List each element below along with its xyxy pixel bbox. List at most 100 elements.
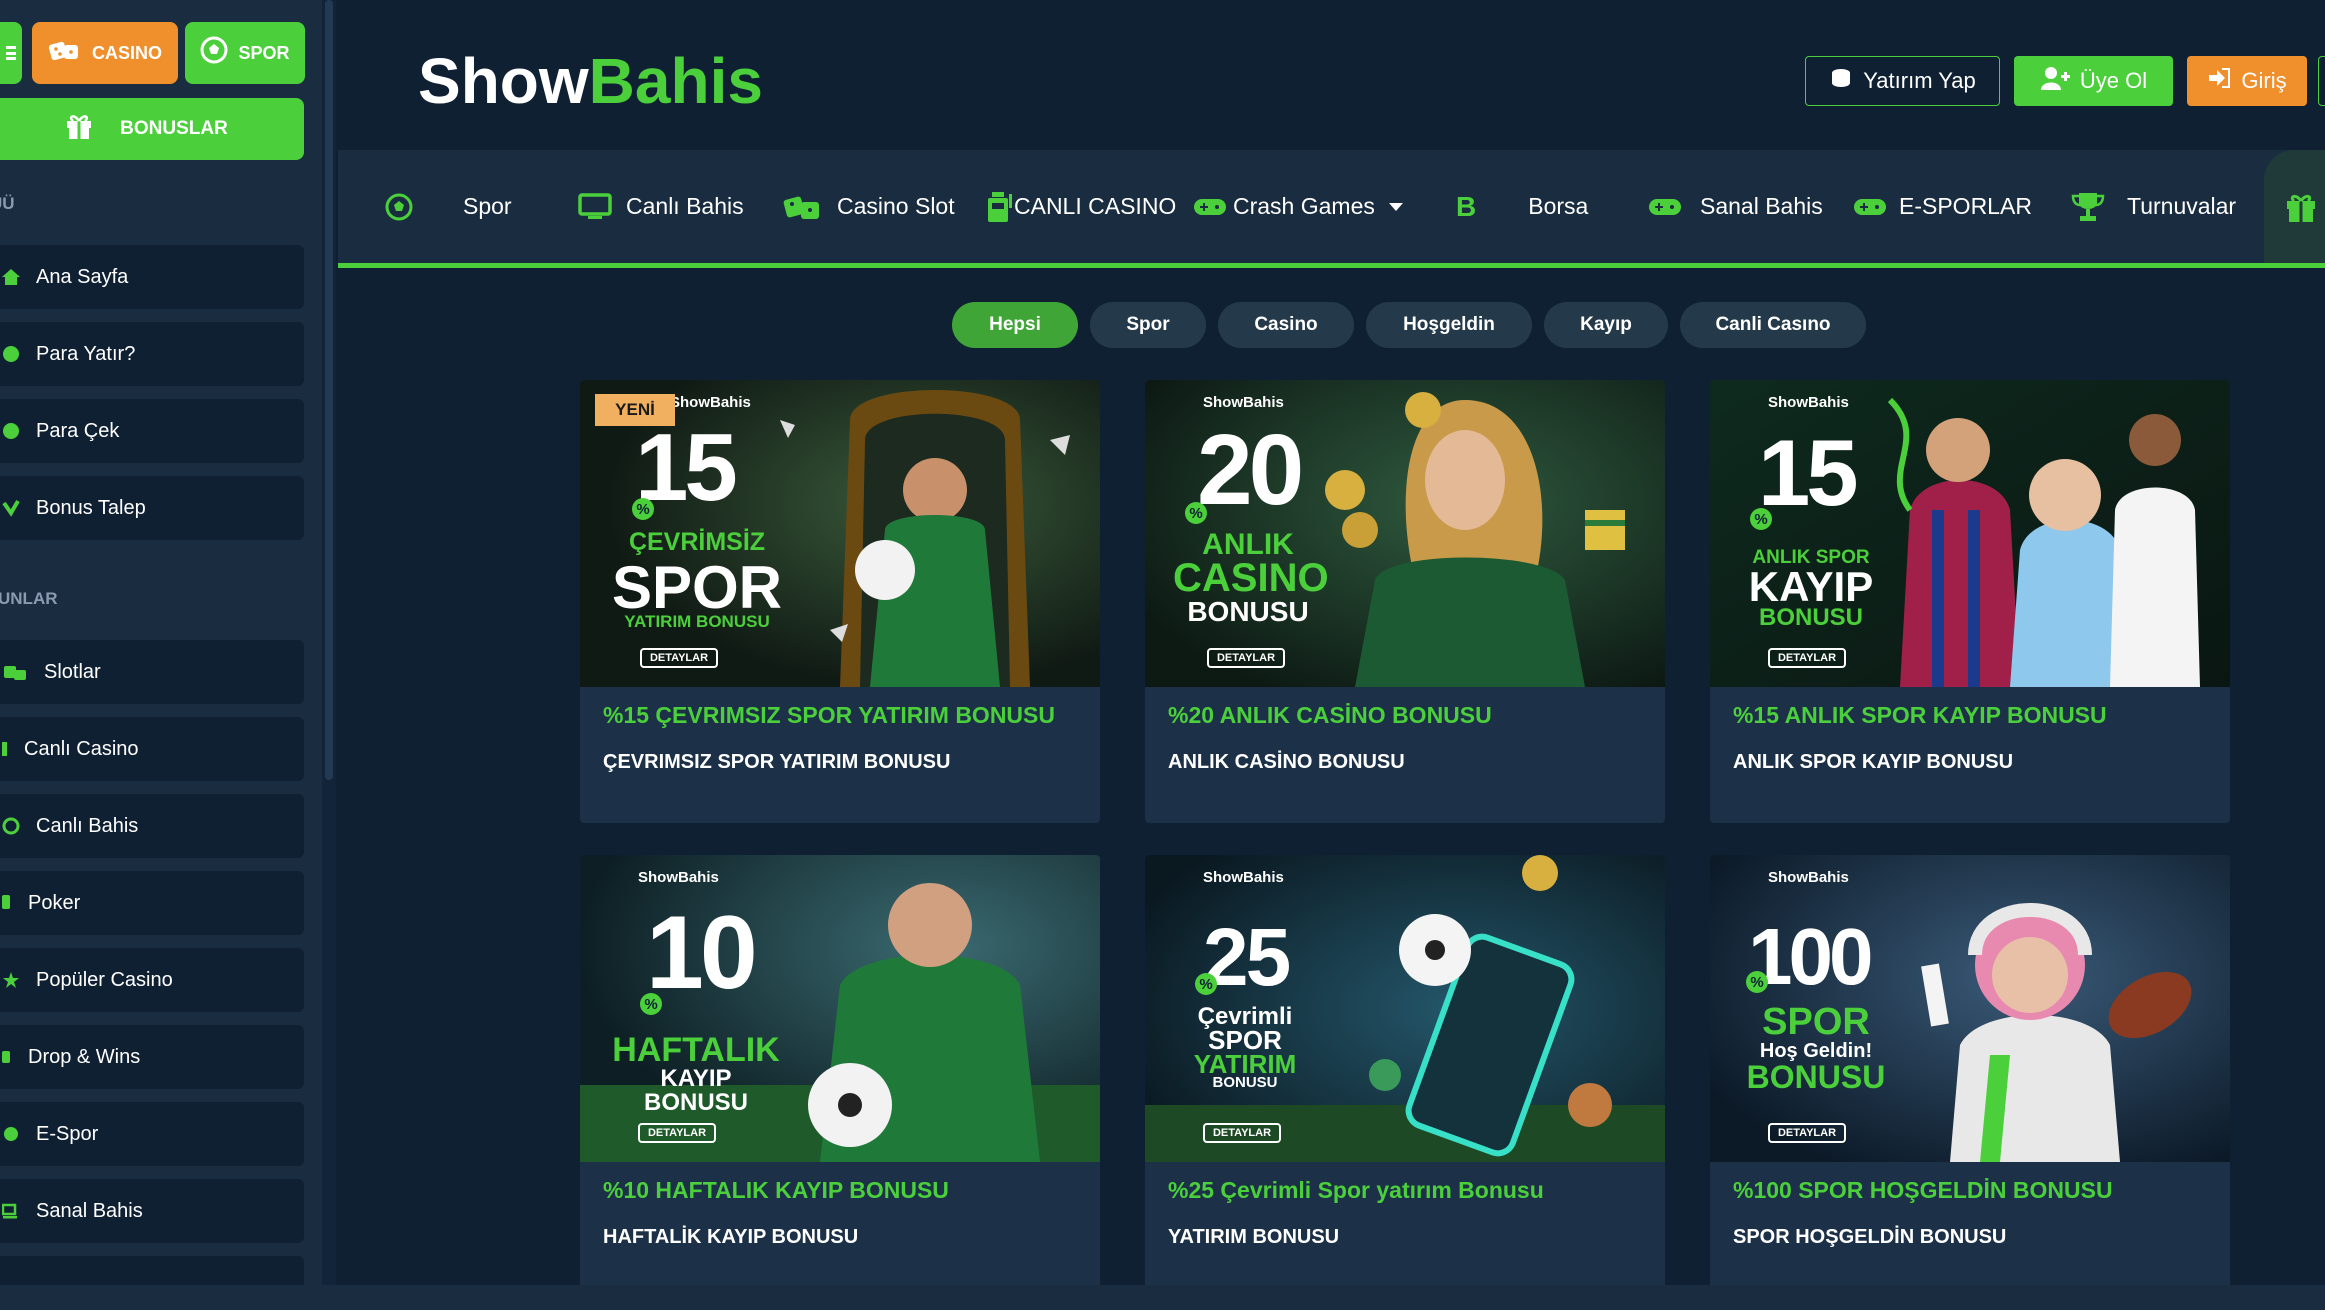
- bonus-card-subtitle: YATIRIM BONUSU: [1168, 1226, 1340, 1248]
- home-icon: [2, 268, 20, 286]
- details-button[interactable]: DETAYLAR: [1768, 1123, 1846, 1143]
- banner-brand: ShowBahis: [1203, 869, 1284, 886]
- details-button[interactable]: DETAYLAR: [1203, 1123, 1281, 1143]
- banner-number: 10: [646, 895, 758, 1011]
- header-extra-button[interactable]: [2318, 56, 2325, 106]
- bottom-ticker-bar: [0, 1285, 2325, 1310]
- football-icon: [200, 36, 228, 70]
- sidebar-scrollbar[interactable]: [322, 0, 336, 1310]
- scrollbar-thumb[interactable]: [325, 0, 333, 780]
- sidebar-item-label: Bonus Talep: [36, 496, 146, 519]
- details-button[interactable]: DETAYLAR: [1768, 648, 1846, 668]
- nav-item-sanal-bahis[interactable]: Sanal Bahis: [1648, 150, 1823, 263]
- sidebar-item-bonus-talep[interactable]: Bonus Talep: [0, 476, 304, 540]
- sidebar-item-label: Popüler Casino: [36, 968, 173, 991]
- sidebar-item-populer-casino[interactable]: Popüler Casino: [0, 948, 304, 1012]
- bonus-banner-image[interactable]: ShowBahis 100 % SPOR Hoş Geldin! BONUSU …: [1710, 855, 2230, 1162]
- register-button-label: Üye Ol: [2079, 68, 2148, 93]
- bonus-card[interactable]: ShowBahis 20 % ANLIK CASINO BONUSU DETAY…: [1145, 380, 1665, 823]
- banner-line2: CASINO: [1173, 556, 1329, 600]
- menu-heading: ÜÜ: [0, 194, 15, 213]
- banner-line3: YATIRIM BONUSU: [624, 612, 770, 631]
- dice-icon: [48, 37, 82, 69]
- banner-line2: KAYIP BONUSU: [643, 1065, 748, 1116]
- main-nav: Spor Canlı Bahis Casino Slot CANLI CASIN…: [338, 150, 2325, 268]
- category-filters: Hepsi Spor Casino Hoşgeldin Kayıp Canli …: [952, 302, 1866, 348]
- deposit-button[interactable]: Yatırım Yap: [1805, 56, 2000, 106]
- filter-kayip[interactable]: Kayıp: [1544, 302, 1668, 348]
- casino-button[interactable]: CASINO: [32, 22, 178, 84]
- banner-line1: HAFTALIK: [612, 1031, 780, 1069]
- nav-item-e-sporlar[interactable]: E-SPORLAR: [1853, 150, 2032, 263]
- sidebar-item-canli-casino[interactable]: Canlı Casino: [0, 717, 304, 781]
- nav-item-canli-casino[interactable]: CANLI CASINO: [984, 150, 1176, 263]
- bonus-banner-image[interactable]: ShowBahis 15 % ÇEVRİMSİZ SPOR YATIRIM BO…: [580, 380, 1100, 687]
- bonus-banner-image[interactable]: ShowBahis 15 % ANLIK SPOR KAYIP BONUSU D…: [1710, 380, 2230, 687]
- bonus-card[interactable]: ShowBahis 15 % ANLIK SPOR KAYIP BONUSU D…: [1710, 380, 2230, 823]
- banner-line1: SPOR: [1762, 1001, 1870, 1043]
- bonus-card-title: %20 ANLIK CASİNO BONUSU: [1168, 702, 1492, 728]
- sidebar-item-label: Canlı Casino: [24, 737, 139, 760]
- sidebar-item-drop-wins[interactable]: Drop & Wins: [0, 1025, 304, 1089]
- deposit-button-label: Yatırım Yap: [1863, 68, 1976, 93]
- banner-number: 20: [1197, 414, 1304, 526]
- sidebar-item-sanal-bahis[interactable]: Sanal Bahis: [0, 1179, 304, 1243]
- sidebar-item-para-cek[interactable]: Para Çek: [0, 399, 304, 463]
- filter-casino[interactable]: Casino: [1218, 302, 1354, 348]
- register-button[interactable]: Üye Ol: [2014, 56, 2173, 106]
- sidebar-item-e-spor[interactable]: E-Spor: [0, 1102, 304, 1166]
- bonus-banner-image[interactable]: ShowBahis 10 % HAFTALIK KAYIP BONUSU DET…: [580, 855, 1100, 1162]
- bonus-banner-image[interactable]: ShowBahis 20 % ANLIK CASINO BONUSU DETAY…: [1145, 380, 1665, 687]
- sidebar-item-canli-bahis[interactable]: Canlı Bahis: [0, 794, 304, 858]
- gift-icon: [2, 499, 20, 517]
- banner-number: 15: [1758, 420, 1859, 525]
- details-button[interactable]: DETAYLAR: [638, 1123, 716, 1143]
- nav-item-casino-slot[interactable]: Casino Slot: [783, 150, 955, 263]
- banner-line4: BONUSU: [1212, 1074, 1278, 1091]
- nav-item-crash-games[interactable]: Crash Games: [1193, 150, 1403, 263]
- ball-icon: [2, 817, 20, 835]
- bonus-banner-image[interactable]: ShowBahis 25 % Çevrimli SPOR YATIRIM BON…: [1145, 855, 1665, 1162]
- games-heading: UNLAR: [0, 589, 58, 608]
- gamepad-icon: [2, 1125, 20, 1143]
- nav-item-turnuvalar[interactable]: Turnuvalar: [2071, 150, 2236, 263]
- details-button[interactable]: DETAYLAR: [640, 648, 718, 668]
- logo[interactable]: ShowBahis: [418, 44, 763, 118]
- percent-badge: %: [1750, 508, 1772, 530]
- bonus-card[interactable]: ShowBahis 15 % ÇEVRİMSİZ SPOR YATIRIM BO…: [580, 380, 1100, 823]
- login-button[interactable]: Giriş: [2187, 56, 2307, 106]
- sidebar-item-poker[interactable]: Poker: [0, 871, 304, 935]
- bonuslar-button[interactable]: BONUSLAR: [0, 98, 304, 160]
- banner-brand: ShowBahis: [1768, 869, 1849, 886]
- monitor-icon: [2, 1202, 20, 1220]
- login-icon: [2207, 67, 2231, 95]
- sidebar-item-slotlar[interactable]: Slotlar: [0, 640, 304, 704]
- drop-icon: [2, 1048, 12, 1066]
- details-button[interactable]: DETAYLAR: [1207, 648, 1285, 668]
- filter-spor[interactable]: Spor: [1090, 302, 1206, 348]
- nav-item-label: CANLI CASINO: [1014, 193, 1177, 219]
- bonus-card-title: %100 SPOR HOŞGELDİN BONUSU: [1733, 1177, 2113, 1203]
- menu-toggle-button[interactable]: [0, 22, 22, 84]
- nav-item-bonus[interactable]: [2264, 150, 2325, 263]
- sidebar-item-ana-sayfa[interactable]: Ana Sayfa: [0, 245, 304, 309]
- nav-item-borsa[interactable]: B Borsa: [1456, 150, 1588, 263]
- banner-line3: BONUSU: [1746, 1059, 1886, 1095]
- nav-item-spor[interactable]: Spor: [385, 150, 512, 263]
- sidebar-item-para-yatir[interactable]: Para Yatır?: [0, 322, 304, 386]
- hamburger-icon: [6, 46, 16, 60]
- nav-item-canli-bahis[interactable]: Canlı Bahis: [578, 150, 744, 263]
- filter-canli-casino[interactable]: Canli Casıno: [1680, 302, 1866, 348]
- bonus-card-title: %10 HAFTALIK KAYIP BONUSU: [603, 1177, 949, 1203]
- bonus-card[interactable]: ShowBahis 25 % Çevrimli SPOR YATIRIM BON…: [1145, 855, 1665, 1298]
- spor-button[interactable]: SPOR: [185, 22, 305, 84]
- poker-icon: [2, 894, 12, 912]
- bonus-card[interactable]: ShowBahis 10 % HAFTALIK KAYIP BONUSU DET…: [580, 855, 1100, 1298]
- sidebar-item-label: Canlı Bahis: [36, 814, 139, 837]
- bonus-card[interactable]: ShowBahis 100 % SPOR Hoş Geldin! BONUSU …: [1710, 855, 2230, 1298]
- football-icon: [385, 193, 413, 221]
- gift-icon: [2284, 190, 2318, 224]
- filter-hosgeldin[interactable]: Hoşgeldin: [1366, 302, 1532, 348]
- filter-hepsi[interactable]: Hepsi: [952, 302, 1078, 348]
- nav-item-label: Sanal Bahis: [1700, 193, 1823, 219]
